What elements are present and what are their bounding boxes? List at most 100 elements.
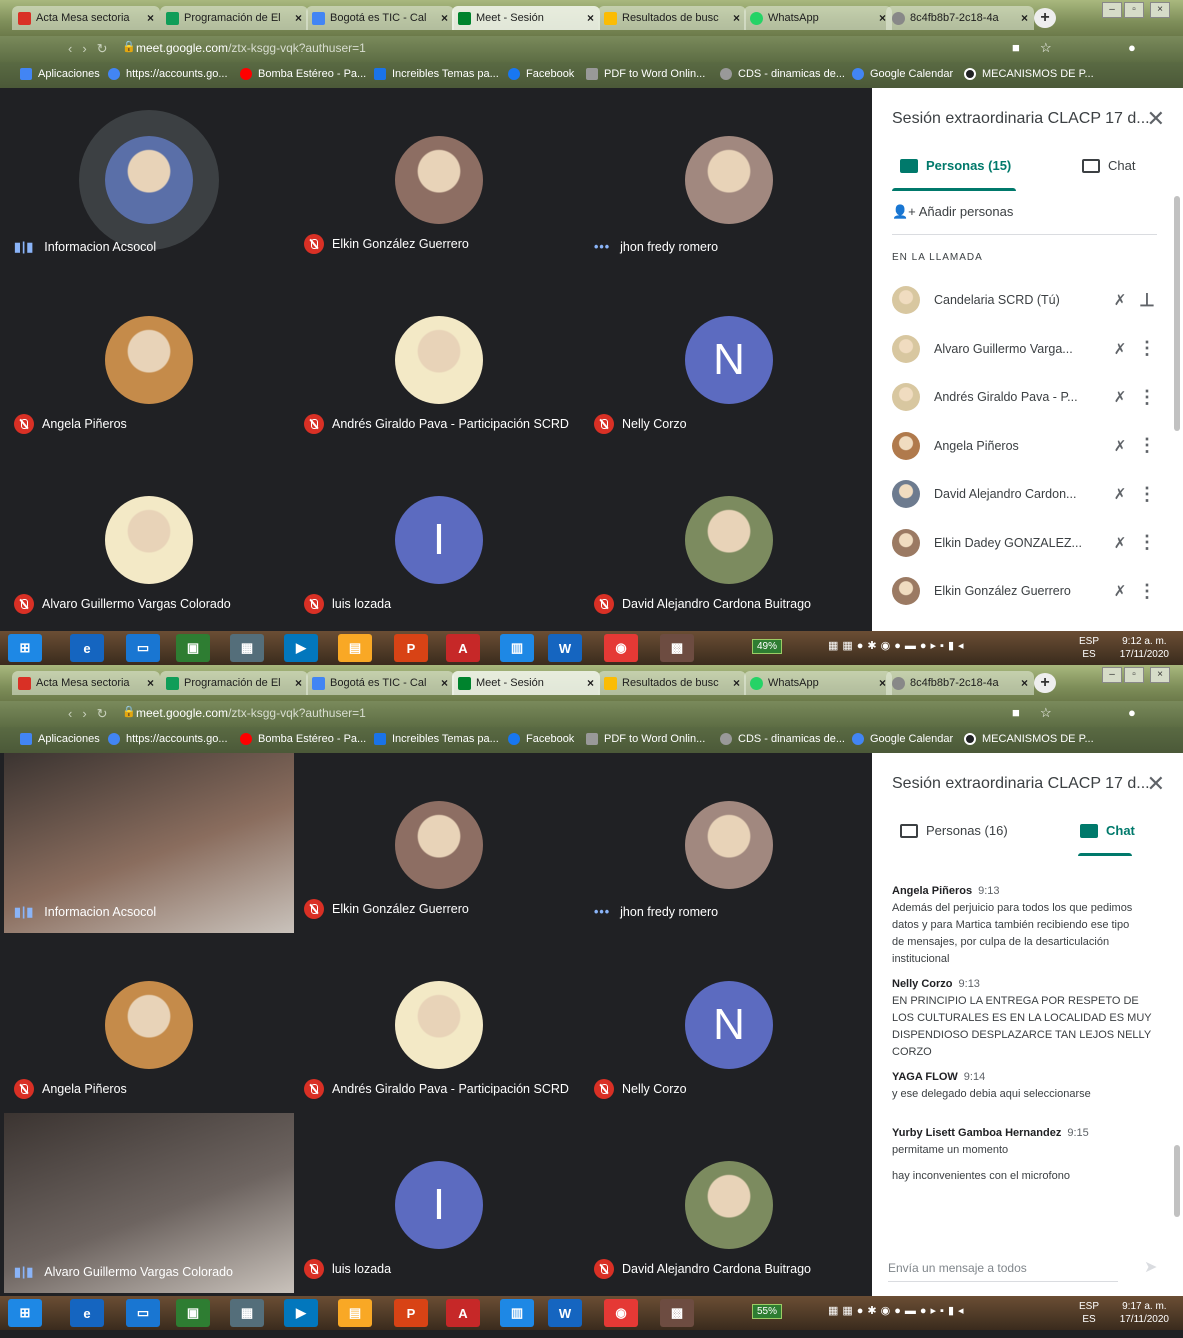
bookmark-item[interactable]: Google Calendar [852, 68, 953, 80]
calculator-icon[interactable]: ▦ [230, 634, 264, 662]
participant-tile[interactable]: Iluis lozada [294, 1113, 584, 1293]
bookmark-item[interactable]: CDS - dinamicas de... [720, 733, 845, 745]
participant-row[interactable]: Candelaria SCRD (Tú) ✗ ⊥ [892, 280, 1162, 320]
participant-tile[interactable]: N Nelly Corzo [584, 268, 874, 448]
bookmark-item[interactable]: https://accounts.go... [108, 68, 228, 80]
add-people-button[interactable]: 👤+ Añadir personas [892, 204, 1013, 220]
bookmark-item[interactable]: CDS - dinamicas de... [720, 68, 845, 80]
close-tab-icon[interactable]: × [733, 11, 740, 25]
browser-tab[interactable]: Acta Mesa sectoria × [12, 6, 160, 30]
participant-row[interactable]: Andrés Giraldo Pava - P... ✗ ⋮ [892, 377, 1162, 417]
system-tray-icons[interactable]: ▦▦●✱◉●▬●▸▪▮◂ [828, 1304, 968, 1317]
browser-tab[interactable]: 8c4fb8b7-2c18-4a × [886, 6, 1034, 30]
media-player-icon[interactable]: ▶ [284, 1299, 318, 1327]
maximize-button[interactable]: ▫ [1124, 2, 1144, 18]
participant-tile[interactable]: ▮|▮ Informacion Acsocol [4, 88, 294, 268]
nav-buttons[interactable]: ‹›↻ [68, 41, 118, 57]
more-options-icon[interactable]: ⋮ [1132, 532, 1162, 553]
browser-tab[interactable]: Acta Mesa sectoria × [12, 671, 160, 695]
bookmark-item[interactable]: Google Calendar [852, 733, 953, 745]
profile-avatar[interactable]: ● [1128, 705, 1136, 720]
close-tab-icon[interactable]: × [147, 11, 154, 25]
participant-tile[interactable]: David Alejandro Cardona Buitrago [584, 448, 874, 628]
tab-people[interactable]: Personas (15) [900, 158, 1011, 173]
tab-people[interactable]: Personas (16) [900, 823, 1008, 838]
close-window-button[interactable]: × [1150, 2, 1170, 18]
participant-tile[interactable]: ▮|▮ Alvaro Guillermo Vargas Colorado [4, 1113, 294, 1293]
send-icon[interactable]: ➤ [1144, 1257, 1157, 1277]
clock[interactable]: 9:12 a. m. 17/11/2020 [1120, 635, 1169, 661]
participant-tile[interactable]: Iluis lozada [294, 448, 584, 628]
participant-tile[interactable]: Andrés Giraldo Pava - Participación SCRD [294, 268, 584, 448]
bookmark-item[interactable]: PDF to Word Onlin... [586, 68, 705, 80]
acrobat-icon[interactable]: A [446, 634, 480, 662]
participant-row[interactable]: David Alejandro Cardon... ✗ ⋮ [892, 474, 1162, 514]
internet-explorer-icon[interactable]: e [70, 1299, 104, 1327]
app-icon[interactable]: ▥ [500, 634, 534, 662]
new-tab-button[interactable]: + [1034, 673, 1056, 693]
bookmark-item[interactable]: Aplicaciones [20, 733, 100, 745]
windows-start-icon[interactable]: ⊞ [8, 1299, 42, 1327]
store-icon[interactable]: ▣ [176, 1299, 210, 1327]
browser-tab[interactable]: WhatsApp × [744, 671, 892, 695]
internet-explorer-icon[interactable]: e [70, 634, 104, 662]
url-field[interactable]: meet.google.com/ztx-ksgg-vqk?authuser=1 [136, 41, 366, 55]
app-icon[interactable]: ▩ [660, 634, 694, 662]
chat-input[interactable]: Envía un mensaje a todos [888, 1261, 1118, 1282]
participant-tile[interactable]: Angela Piñeros [4, 933, 294, 1113]
powerpoint-icon[interactable]: P [394, 634, 428, 662]
close-tab-icon[interactable]: × [147, 676, 154, 690]
powerpoint-icon[interactable]: P [394, 1299, 428, 1327]
camera-icon[interactable]: ■ [1012, 705, 1020, 720]
participant-tile[interactable]: David Alejandro Cardona Buitrago [584, 1113, 874, 1293]
participant-tile[interactable]: Elkin González Guerrero [294, 88, 584, 268]
system-tray-icons[interactable]: ▦▦●✱◉●▬●▸▪▮◂ [828, 639, 968, 652]
close-tab-icon[interactable]: × [441, 676, 448, 690]
word-icon[interactable]: W [548, 1299, 582, 1327]
scrollbar[interactable] [1174, 1145, 1180, 1217]
new-tab-button[interactable]: + [1034, 8, 1056, 28]
nav-buttons[interactable]: ‹›↻ [68, 706, 118, 722]
star-icon[interactable]: ☆ [1040, 705, 1052, 721]
media-player-icon[interactable]: ▶ [284, 634, 318, 662]
close-tab-icon[interactable]: × [879, 11, 886, 25]
language-indicator[interactable]: ESP ES [1079, 1300, 1099, 1326]
chrome-icon[interactable]: ◉ [604, 1299, 638, 1327]
language-indicator[interactable]: ESP ES [1079, 635, 1099, 661]
bookmark-item[interactable]: Bomba Estéreo - Pa... [240, 733, 366, 745]
clock[interactable]: 9:17 a. m. 17/11/2020 [1120, 1300, 1169, 1326]
app-icon[interactable]: ▩ [660, 1299, 694, 1327]
bookmark-item[interactable]: Increibles Temas pa... [374, 68, 499, 80]
desktop-icon[interactable]: ▭ [126, 634, 160, 662]
more-options-icon[interactable]: ⋮ [1132, 435, 1162, 456]
browser-tab[interactable]: Resultados de busc × [598, 671, 746, 695]
participant-row[interactable]: Elkin González Guerrero ✗ ⋮ [892, 571, 1162, 611]
bookmark-item[interactable]: Aplicaciones [20, 68, 100, 80]
close-tab-icon[interactable]: × [587, 676, 594, 690]
tab-chat[interactable]: Chat [1082, 158, 1135, 173]
file-explorer-icon[interactable]: ▤ [338, 1299, 372, 1327]
url-field[interactable]: meet.google.com/ztx-ksgg-vqk?authuser=1 [136, 706, 366, 720]
browser-tab[interactable]: Resultados de busc × [598, 6, 746, 30]
close-icon[interactable]: ✕ [1147, 771, 1165, 797]
browser-tab[interactable]: WhatsApp × [744, 6, 892, 30]
participant-tile[interactable]: N Nelly Corzo [584, 933, 874, 1113]
bookmark-item[interactable]: Bomba Estéreo - Pa... [240, 68, 366, 80]
bookmark-item[interactable]: Increibles Temas pa... [374, 733, 499, 745]
participant-tile[interactable]: Angela Piñeros [4, 268, 294, 448]
close-tab-icon[interactable]: × [733, 676, 740, 690]
camera-icon[interactable]: ■ [1012, 40, 1020, 55]
participant-row[interactable]: Alvaro Guillermo Varga... ✗ ⋮ [892, 329, 1162, 369]
close-window-button[interactable]: × [1150, 667, 1170, 683]
browser-tab-active[interactable]: Meet - Sesión × [452, 671, 600, 695]
participant-row[interactable]: Angela Piñeros ✗ ⋮ [892, 426, 1162, 466]
bookmark-item[interactable]: MECANISMOS DE P... [964, 68, 1094, 80]
tab-chat[interactable]: Chat [1080, 823, 1135, 838]
calculator-icon[interactable]: ▦ [230, 1299, 264, 1327]
browser-tab[interactable]: Bogotá es TIC - Cal × [306, 6, 454, 30]
bookmark-item[interactable]: MECANISMOS DE P... [964, 733, 1094, 745]
close-icon[interactable]: ✕ [1147, 106, 1165, 132]
close-tab-icon[interactable]: × [1021, 676, 1028, 690]
close-tab-icon[interactable]: × [441, 11, 448, 25]
browser-tab[interactable]: Bogotá es TIC - Cal × [306, 671, 454, 695]
